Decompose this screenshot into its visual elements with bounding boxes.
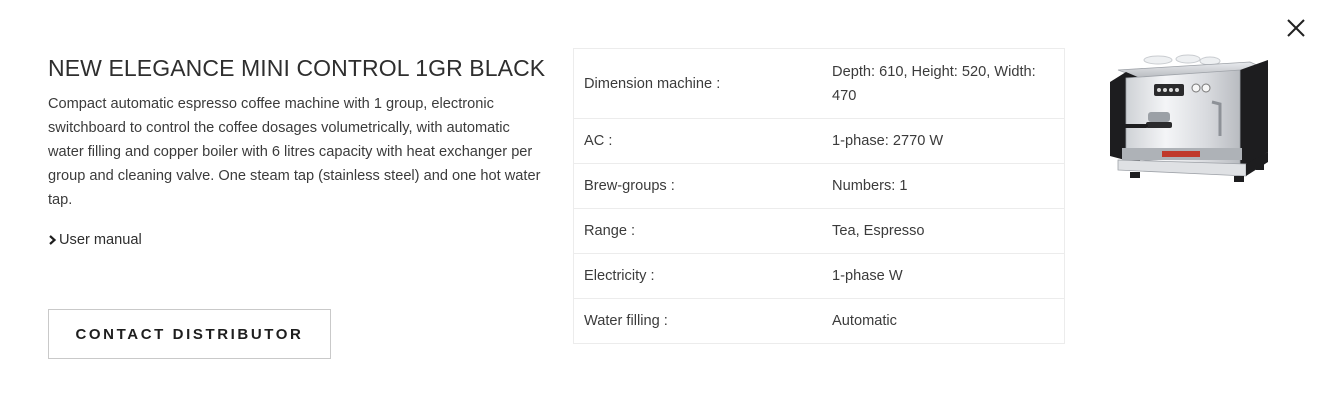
product-title: NEW ELEGANCE MINI CONTROL 1GR BLACK (48, 55, 546, 81)
close-button[interactable] (1284, 16, 1308, 40)
spec-table: Dimension machine : Depth: 610, Height: … (573, 48, 1065, 344)
spec-value: 1-phase: 2770 W (822, 118, 1065, 164)
user-manual-link[interactable]: User manual (48, 228, 548, 252)
product-description: Compact automatic espresso coffee machin… (48, 96, 541, 208)
spec-value: 1-phase W (822, 253, 1065, 299)
spec-value: Numbers: 1 (822, 163, 1065, 209)
spec-label: Range : (573, 208, 823, 254)
close-icon (1287, 19, 1305, 37)
spec-value: Automatic (822, 298, 1065, 344)
product-info: NEW ELEGANCE MINI CONTROL 1GR BLACK Comp… (48, 50, 548, 359)
spec-label: Electricity : (573, 253, 823, 299)
spec-value: Tea, Espresso (822, 208, 1065, 254)
user-manual-label: User manual (59, 232, 142, 248)
spec-row: Dimension machine : Depth: 610, Height: … (574, 49, 1065, 119)
spec-label: Water filling : (573, 298, 823, 344)
spec-row: Water filling : Automatic (573, 298, 1065, 344)
contact-distributor-button[interactable]: CONTACT DISTRIBUTOR (48, 309, 331, 359)
spec-row: Electricity : 1-phase W (573, 253, 1065, 299)
spec-value: Depth: 610, Height: 520, Width: 470 (832, 63, 1036, 104)
spec-row: Brew-groups : Numbers: 1 (573, 163, 1065, 209)
spec-row: AC : 1-phase: 2770 W (573, 118, 1065, 164)
espresso-machine-image (1100, 52, 1274, 192)
spec-row: Range : Tea, Espresso (573, 208, 1065, 254)
chevron-right-icon (49, 235, 57, 245)
spec-label: AC : (573, 118, 823, 164)
spec-label: Dimension machine : (584, 75, 721, 92)
spec-label: Brew-groups : (573, 163, 823, 209)
